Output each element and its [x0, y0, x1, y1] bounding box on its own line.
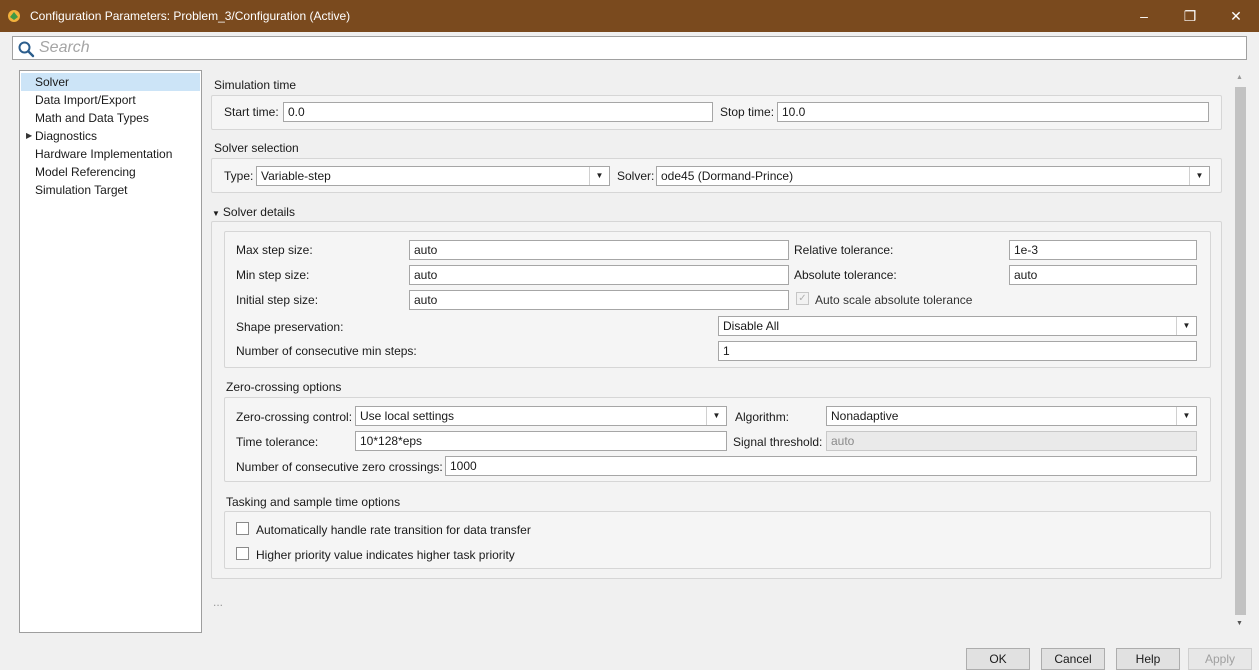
auto-scale-tolerance-label: Auto scale absolute tolerance [815, 293, 973, 307]
task-priority-checkbox[interactable] [236, 547, 249, 560]
window-title: Configuration Parameters: Problem_3/Conf… [30, 9, 351, 23]
zero-crossing-control-dropdown[interactable]: Use local settings ▼ [355, 406, 727, 426]
nav-item-label: Hardware Implementation [35, 147, 173, 161]
consecutive-min-steps-field[interactable]: 1 [718, 341, 1197, 361]
dropdown-arrow-icon: ▼ [1189, 167, 1209, 185]
shape-preservation-dropdown[interactable]: Disable All ▼ [718, 316, 1197, 336]
solver-details-toggle[interactable]: ▼ Solver details [212, 205, 295, 219]
shape-preservation-label: Shape preservation: [236, 320, 344, 334]
section-title-simulation-time: Simulation time [214, 78, 297, 92]
section-title-solver-details: Solver details [222, 205, 295, 219]
nav-item-label: Math and Data Types [35, 111, 149, 125]
section-title-tasking: Tasking and sample time options [226, 495, 401, 509]
algorithm-label: Algorithm: [735, 410, 790, 424]
relative-tolerance-label: Relative tolerance: [794, 243, 894, 257]
close-button[interactable]: ✕ [1213, 0, 1259, 32]
search-icon [18, 41, 35, 58]
restore-button[interactable]: ❐ [1167, 0, 1213, 32]
nav-item-label: Solver [35, 75, 70, 89]
initial-step-size-label: Initial step size: [236, 293, 319, 307]
min-step-size-field[interactable]: auto [409, 265, 789, 285]
solver-type-label: Type: [224, 169, 254, 183]
time-tolerance-field[interactable]: 10*128*eps [355, 431, 727, 451]
solver-dropdown[interactable]: ode45 (Dormand-Prince) ▼ [656, 166, 1210, 186]
consecutive-zero-crossings-field[interactable]: 1000 [445, 456, 1197, 476]
nav-item-solver[interactable]: Solver [21, 73, 200, 91]
start-time-label: Start time: [224, 105, 279, 119]
solver-type-dropdown[interactable]: Variable-step ▼ [256, 166, 610, 186]
collapse-triangle-icon: ▼ [212, 209, 220, 218]
scroll-up-arrow-icon[interactable]: ▲ [1236, 74, 1243, 81]
absolute-tolerance-label: Absolute tolerance: [794, 268, 897, 282]
search-bar[interactable] [12, 36, 1247, 60]
signal-threshold-label: Signal threshold: [733, 435, 823, 449]
task-priority-label: Higher priority value indicates higher t… [256, 548, 515, 562]
initial-step-size-field[interactable]: auto [409, 290, 789, 310]
solver-value: ode45 (Dormand-Prince) [661, 169, 794, 183]
nav-item-label: Data Import/Export [35, 93, 136, 107]
auto-scale-tolerance-checkbox[interactable]: ✓ [796, 292, 809, 305]
nav-item-math-and-data-types[interactable]: Math and Data Types [21, 109, 200, 127]
minimize-button[interactable]: – [1121, 0, 1167, 32]
dropdown-arrow-icon: ▼ [589, 167, 609, 185]
category-tree: Solver Data Import/Export Math and Data … [19, 70, 202, 633]
section-title-solver-selection: Solver selection [214, 141, 299, 155]
nav-item-model-referencing[interactable]: Model Referencing [21, 163, 200, 181]
expand-triangle-icon[interactable]: ▶ [26, 127, 32, 145]
solver-type-value: Variable-step [261, 169, 331, 183]
nav-item-simulation-target[interactable]: Simulation Target [21, 181, 200, 199]
solver-label: Solver: [617, 169, 655, 183]
max-step-size-field[interactable]: auto [409, 240, 789, 260]
rate-transition-label: Automatically handle rate transition for… [256, 523, 531, 537]
start-time-field[interactable]: 0.0 [283, 102, 713, 122]
vertical-scrollbar[interactable]: ▲ ▼ [1233, 70, 1248, 633]
scrollbar-thumb[interactable] [1235, 87, 1246, 615]
signal-threshold-field[interactable]: auto [826, 431, 1197, 451]
algorithm-dropdown[interactable]: Nonadaptive ▼ [826, 406, 1197, 426]
max-step-size-label: Max step size: [236, 243, 313, 257]
search-input[interactable] [39, 38, 1239, 58]
consecutive-min-steps-label: Number of consecutive min steps: [236, 344, 417, 358]
dropdown-arrow-icon: ▼ [706, 407, 726, 425]
zero-crossing-control-label: Zero-crossing control: [236, 410, 353, 424]
nav-item-label: Model Referencing [35, 165, 136, 179]
min-step-size-label: Min step size: [236, 268, 310, 282]
algorithm-value: Nonadaptive [831, 409, 899, 423]
rate-transition-checkbox[interactable] [236, 522, 249, 535]
ok-button[interactable]: OK [966, 648, 1030, 670]
apply-button[interactable]: Apply [1188, 648, 1252, 670]
absolute-tolerance-field[interactable]: auto [1009, 265, 1197, 285]
dropdown-arrow-icon: ▼ [1176, 407, 1196, 425]
simulink-app-icon [8, 10, 20, 22]
nav-item-hardware-implementation[interactable]: Hardware Implementation [21, 145, 200, 163]
nav-item-data-import-export[interactable]: Data Import/Export [21, 91, 200, 109]
nav-item-diagnostics[interactable]: ▶ Diagnostics [21, 127, 200, 145]
nav-item-label: Simulation Target [35, 183, 128, 197]
zero-crossing-control-value: Use local settings [360, 409, 455, 423]
scroll-down-arrow-icon[interactable]: ▼ [1236, 620, 1243, 627]
nav-item-label: Diagnostics [35, 129, 98, 143]
shape-preservation-value: Disable All [723, 319, 780, 333]
relative-tolerance-field[interactable]: 1e-3 [1009, 240, 1197, 260]
time-tolerance-label: Time tolerance: [236, 435, 319, 449]
more-settings-indicator[interactable]: ... [213, 595, 223, 609]
help-button[interactable]: Help [1116, 648, 1180, 670]
section-title-zero-crossing: Zero-crossing options [226, 380, 342, 394]
title-bar: Configuration Parameters: Problem_3/Conf… [0, 0, 1259, 32]
cancel-button[interactable]: Cancel [1041, 648, 1105, 670]
consecutive-zero-crossings-label: Number of consecutive zero crossings: [236, 460, 443, 474]
dropdown-arrow-icon: ▼ [1176, 317, 1196, 335]
stop-time-field[interactable]: 10.0 [777, 102, 1209, 122]
stop-time-label: Stop time: [720, 105, 775, 119]
